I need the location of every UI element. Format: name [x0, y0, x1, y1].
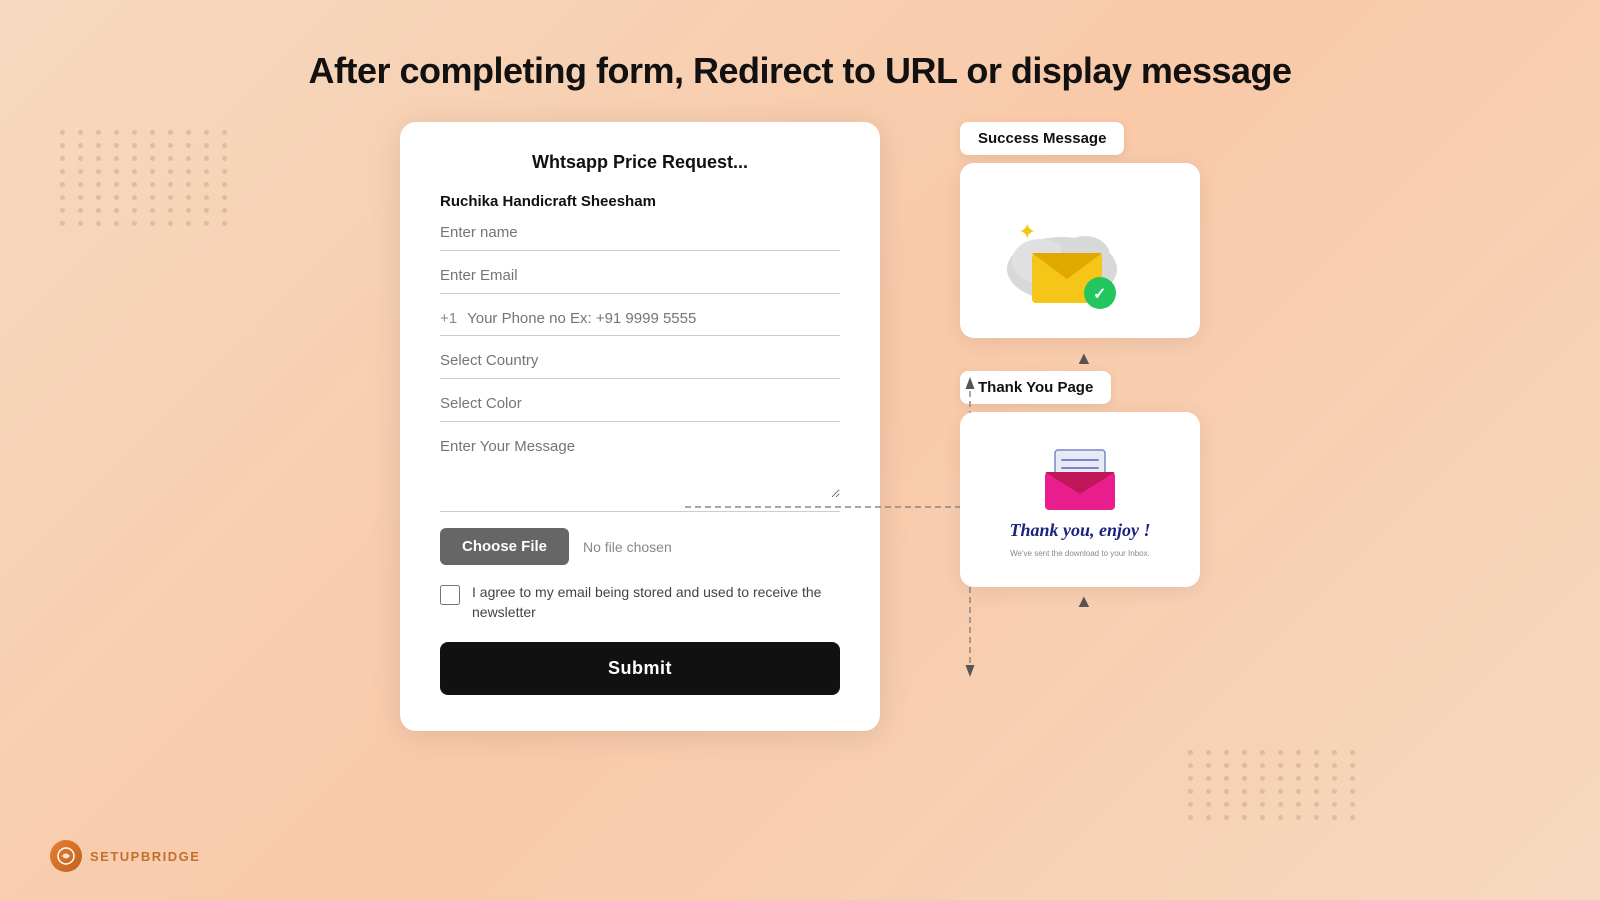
page-heading: After completing form, Redirect to URL o…	[0, 0, 1600, 122]
consent-label: I agree to my email being stored and use…	[472, 583, 840, 622]
name-input[interactable]	[440, 224, 840, 241]
message-textarea[interactable]	[440, 438, 840, 498]
message-field	[440, 438, 840, 512]
thankyou-illustration	[1040, 442, 1120, 512]
brand: SETUPBRIDGE	[50, 840, 200, 872]
success-icon-area: ✦ ✓	[960, 163, 1200, 338]
form-title: Whtsapp Price Request...	[440, 152, 840, 173]
color-input[interactable]	[440, 395, 840, 412]
phone-code: +1	[440, 310, 457, 327]
thankyou-subtext: We've sent the download to your Inbox.	[1010, 549, 1150, 558]
brand-name: SETUPBRIDGE	[90, 849, 200, 864]
thankyou-card-inner: Thank you, enjoy ! We've sent the downlo…	[993, 426, 1166, 574]
file-status: No file chosen	[583, 539, 672, 555]
success-card: ✦ ✓	[960, 163, 1200, 338]
up-arrow-1: ▲	[1075, 348, 1093, 369]
thankyou-label: Thank You Page	[960, 371, 1111, 404]
country-field	[440, 352, 840, 379]
success-flow-item: Success Message ✦	[960, 122, 1200, 338]
email-field	[440, 267, 840, 294]
choose-file-button[interactable]: Choose File	[440, 528, 569, 565]
phone-field: +1	[440, 310, 840, 336]
success-illustration: ✦ ✓	[990, 181, 1170, 321]
brand-icon	[50, 840, 82, 872]
svg-text:✦: ✦	[1018, 219, 1036, 244]
phone-input[interactable]	[467, 310, 840, 327]
up-arrow-2: ▲	[1075, 591, 1093, 612]
success-label: Success Message	[960, 122, 1124, 155]
country-input[interactable]	[440, 352, 840, 369]
thankyou-flow-item: Thank You Page Thank you	[960, 371, 1200, 587]
form-card: Whtsapp Price Request... Ruchika Handicr…	[400, 122, 880, 731]
name-field	[440, 224, 840, 251]
svg-text:✓: ✓	[1093, 286, 1106, 303]
thankyou-card: Thank you, enjoy ! We've sent the downlo…	[960, 412, 1200, 587]
form-subtitle: Ruchika Handicraft Sheesham	[440, 193, 840, 210]
dots-right: document.currentScript.insertAdjacentHTM…	[1188, 750, 1360, 820]
dots-left: document.currentScript.insertAdjacentHTM…	[60, 130, 232, 226]
submit-button[interactable]: Submit	[440, 642, 840, 695]
file-upload-row: Choose File No file chosen	[440, 528, 840, 565]
color-field	[440, 395, 840, 422]
right-panel: Success Message ✦	[960, 122, 1200, 612]
consent-checkbox[interactable]	[440, 585, 460, 605]
checkbox-row: I agree to my email being stored and use…	[440, 583, 840, 622]
email-input[interactable]	[440, 267, 840, 284]
thankyou-text: Thank you, enjoy !	[1009, 520, 1150, 541]
